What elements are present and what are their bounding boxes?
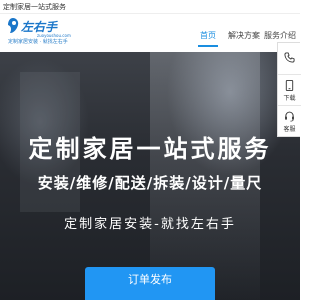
hero-tagline: 定制家居安装-就找左右手: [64, 217, 236, 232]
side-item-label: 下载: [283, 95, 296, 102]
hero-title: 定制家居一站式服务: [28, 135, 272, 163]
top-navbar: 左右手 zuoyoushou.com 定制家居安装 · 就找左右手 首页 解决方…: [0, 14, 300, 52]
logo-slogan: 定制家居安装 · 就找左右手: [8, 39, 68, 45]
side-item-phone[interactable]: [278, 43, 301, 74]
nav-item-services[interactable]: 服务介绍: [264, 30, 296, 41]
headset-icon: [285, 111, 294, 122]
side-item-label: 客服: [283, 126, 296, 133]
side-item-download[interactable]: 下载: [278, 74, 301, 105]
nav-item-home[interactable]: 首页: [200, 30, 216, 41]
hero-services: 安装/维修/配送/拆装/设计/量尺: [37, 174, 263, 192]
nav-item-solutions[interactable]: 解决方案: [228, 30, 260, 41]
side-item-support[interactable]: 客服: [278, 105, 301, 136]
nav-active-indicator: [198, 45, 218, 47]
hero-banner: 定制家居一站式服务 安装/维修/配送/拆装/设计/量尺 定制家居安装-就找左右手…: [0, 52, 300, 300]
side-toolbar: 下载 客服: [277, 42, 301, 137]
download-icon: [285, 80, 294, 91]
publish-order-button[interactable]: 订单发布: [85, 267, 215, 300]
logo-hand-icon: [8, 18, 19, 33]
phone-icon: [284, 52, 295, 63]
browser-tab-title: 定制家居一站式服务: [0, 0, 300, 14]
